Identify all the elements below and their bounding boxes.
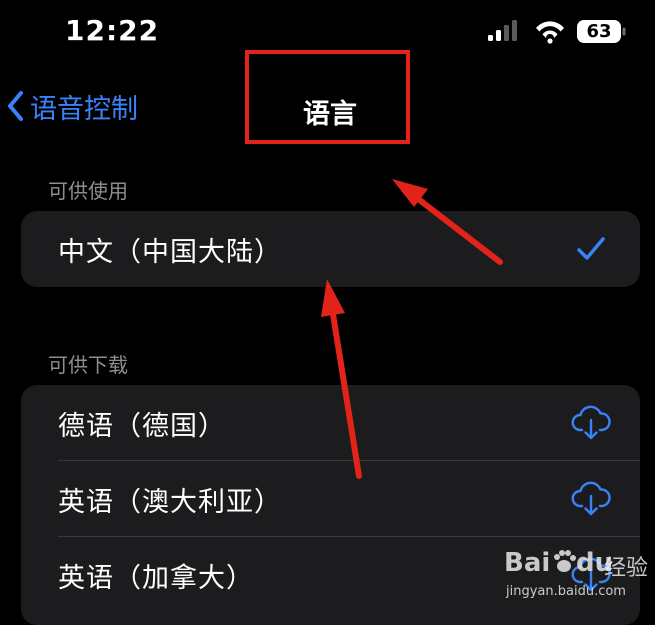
section-header-available: 可供使用 bbox=[48, 179, 128, 203]
language-label: 德语（德国） bbox=[58, 410, 226, 442]
watermark-suffix: 经验 bbox=[604, 556, 649, 581]
language-row-en-au[interactable]: 英语（澳大利亚） bbox=[21, 461, 640, 537]
language-row-de-de[interactable]: 德语（德国） bbox=[21, 385, 640, 461]
watermark-url: jingyan.baidu.com bbox=[506, 584, 626, 599]
language-label: 中文（中国大陆） bbox=[58, 236, 282, 268]
wifi-icon bbox=[536, 21, 564, 44]
watermark-brand: Bai bbox=[504, 548, 551, 578]
language-label: 英语（加拿大） bbox=[58, 562, 254, 594]
back-label: 语音控制 bbox=[30, 93, 138, 125]
status-icons: 63 bbox=[485, 18, 630, 46]
available-languages-group: 中文（中国大陆） bbox=[21, 211, 640, 287]
checkmark-icon bbox=[570, 228, 612, 270]
back-button[interactable]: 语音控制 bbox=[6, 84, 138, 128]
section-header-downloadable: 可供下载 bbox=[48, 353, 128, 377]
baidu-jingyan-watermark: Bai du 经验 jingyan.baidu.com bbox=[500, 540, 650, 608]
chevron-left-icon bbox=[6, 90, 24, 122]
paw-icon bbox=[550, 548, 578, 576]
language-label: 英语（澳大利亚） bbox=[58, 486, 282, 518]
battery-percent: 63 bbox=[586, 21, 612, 42]
status-time: 12:22 bbox=[65, 14, 160, 47]
cloud-download-icon[interactable] bbox=[570, 478, 612, 520]
language-row-zh-cn[interactable]: 中文（中国大陆） bbox=[21, 211, 640, 287]
title-highlight-box bbox=[245, 50, 410, 144]
signal-icon bbox=[488, 20, 517, 41]
cloud-download-icon[interactable] bbox=[570, 402, 612, 444]
